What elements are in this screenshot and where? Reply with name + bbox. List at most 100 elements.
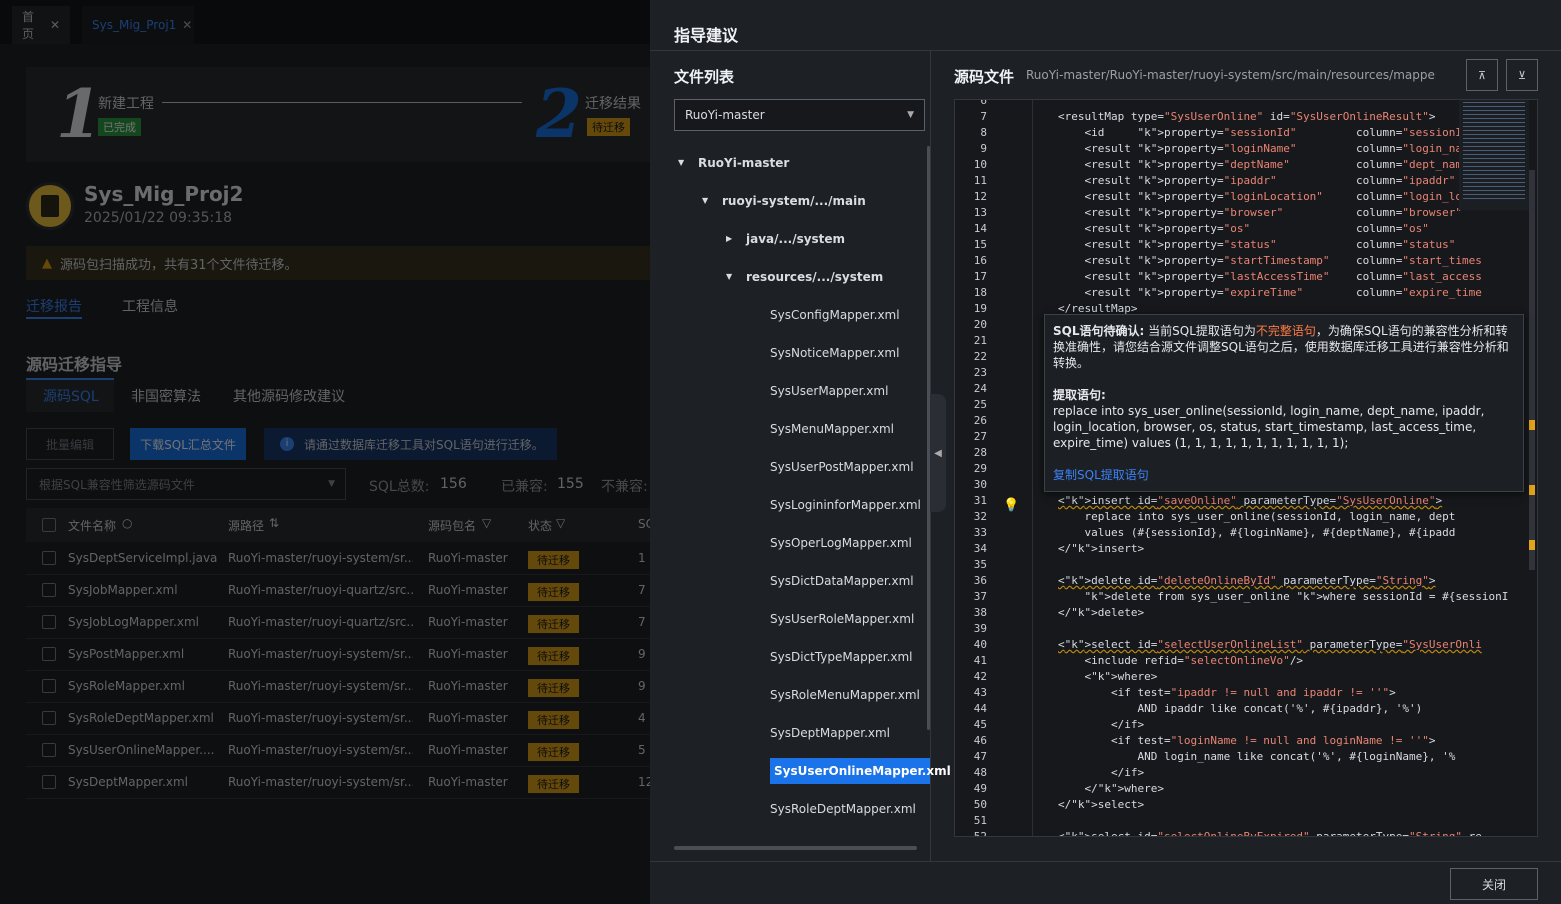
tree-file[interactable]: SysOperLogMapper.xml [770, 536, 912, 550]
subtab-sql[interactable]: 源码SQL [43, 386, 99, 406]
compat-value: 155 [557, 476, 584, 492]
tree-file[interactable]: SysUserOnlineMapper.xml [770, 758, 951, 784]
tree-folder[interactable]: ▶ java/.../system [726, 232, 845, 246]
tree-file[interactable]: SysDictTypeMapper.xml [770, 650, 913, 664]
table-row[interactable]: SysJobLogMapper.xml RuoYi-master/ruoyi-qu… [26, 607, 650, 639]
line-number: 13 [973, 206, 987, 219]
row-checkbox[interactable] [42, 711, 56, 725]
tree-file[interactable]: SysUserRoleMapper.xml [770, 612, 914, 626]
collapse-handle[interactable]: ◀ [930, 394, 946, 512]
table-row[interactable]: SysUserOnlineMapper.... RuoYi-master/ruoy… [26, 735, 650, 767]
row-status-badge: 待迁移 [528, 775, 579, 793]
download-sql-button[interactable]: 下载SQL汇总文件 [130, 428, 246, 460]
row-checkbox[interactable] [42, 583, 56, 597]
row-checkbox[interactable] [42, 615, 56, 629]
lightbulb-icon[interactable]: 💡 [1003, 498, 1019, 513]
row-filename[interactable]: SysRoleDeptMapper.xml [68, 711, 218, 725]
line-number: 22 [973, 350, 987, 363]
table-row[interactable]: SysRoleMapper.xml RuoYi-master/ruoyi-syst… [26, 671, 650, 703]
batch-edit-button[interactable]: 批量编辑 [26, 428, 114, 460]
row-status-badge: 待迁移 [528, 583, 579, 601]
row-filename[interactable]: SysJobMapper.xml [68, 583, 218, 597]
sort-icon[interactable]: ⇅ [269, 516, 279, 530]
line-number: 47 [973, 750, 987, 763]
tree-file[interactable]: SysLogininforMapper.xml [770, 498, 921, 512]
table-row[interactable]: SysDeptServiceImpl.java RuoYi-master/ruoy… [26, 543, 650, 575]
tree-file[interactable]: SysMenuMapper.xml [770, 422, 894, 436]
tab-project[interactable]: Sys_Mig_Proj1 ✕ [82, 6, 194, 44]
row-package: RuoYi-master [428, 711, 508, 725]
close-icon[interactable]: ✕ [182, 18, 192, 32]
scroll-bottom-button[interactable]: ⊻ [1506, 59, 1538, 91]
code-line: <result "k">property="loginLocation" col… [1058, 190, 1482, 203]
row-filename[interactable]: SysUserOnlineMapper.... [68, 743, 218, 757]
tree-root[interactable]: ▼ RuoYi-master [678, 156, 789, 170]
tree-file[interactable]: SysConfigMapper.xml [770, 308, 900, 322]
close-icon[interactable]: ✕ [50, 18, 60, 32]
search-icon[interactable]: ○ [122, 516, 132, 530]
row-checkbox[interactable] [42, 775, 56, 789]
row-status-badge: 待迁移 [528, 551, 579, 569]
tree-label: SysLogininforMapper.xml [770, 498, 921, 512]
tooltip-extract-sql: replace into sys_user_online(sessionId, … [1053, 404, 1485, 450]
tab-project-label: Sys_Mig_Proj1 [92, 18, 177, 32]
line-number: 31 [973, 494, 987, 507]
scroll-top-button[interactable]: ⊼ [1466, 59, 1498, 91]
copy-sql-link[interactable]: 复制SQL提取语句 [1053, 467, 1515, 483]
table-row[interactable]: SysRoleDeptMapper.xml RuoYi-master/ruoyi-… [26, 703, 650, 735]
row-filename[interactable]: SysRoleMapper.xml [68, 679, 218, 693]
col-sql: SC [638, 517, 650, 531]
step-1-badge: 已完成 [98, 118, 141, 136]
tree-file[interactable]: SysRoleDeptMapper.xml [770, 802, 916, 816]
tab-project-info[interactable]: 工程信息 [122, 296, 178, 316]
row-filename[interactable]: SysJobLogMapper.xml [68, 615, 218, 629]
warning-icon: ▲ [42, 255, 52, 271]
code-scrollbar[interactable] [1529, 170, 1535, 570]
package-select[interactable]: RuoYi-master ▼ [674, 99, 925, 131]
tree-file[interactable]: SysUserMapper.xml [770, 384, 888, 398]
filter-icon[interactable]: ▽ [556, 516, 565, 530]
row-package: RuoYi-master [428, 679, 508, 693]
row-checkbox[interactable] [42, 743, 56, 757]
table-row[interactable]: SysPostMapper.xml RuoYi-master/ruoyi-syst… [26, 639, 650, 671]
tab-report[interactable]: 迁移报告 [26, 296, 82, 316]
subtab-other[interactable]: 其他源码修改建议 [233, 386, 345, 406]
tree-scrollbar-h[interactable] [674, 846, 917, 850]
select-all-checkbox[interactable] [42, 518, 56, 532]
row-checkbox[interactable] [42, 679, 56, 693]
row-checkbox[interactable] [42, 551, 56, 565]
line-number: 26 [973, 414, 987, 427]
tree-label: SysDictDataMapper.xml [770, 574, 914, 588]
tree-file[interactable]: SysDictDataMapper.xml [770, 574, 914, 588]
subtab-crypto[interactable]: 非国密算法 [131, 386, 201, 406]
tree-file[interactable]: SysUserPostMapper.xml [770, 460, 914, 474]
table-row[interactable]: SysJobMapper.xml RuoYi-master/ruoyi-quart… [26, 575, 650, 607]
row-status-badge: 待迁移 [528, 615, 579, 633]
code-minimap[interactable] [1459, 100, 1529, 210]
row-package: RuoYi-master [428, 647, 508, 661]
code-line: <id "k">property="sessionId" column="ses… [1058, 126, 1476, 139]
tree-file[interactable]: SysDeptMapper.xml [770, 726, 890, 740]
line-number: 48 [973, 766, 987, 779]
row-sql-count: 9 [638, 647, 646, 661]
row-filename[interactable]: SysDeptMapper.xml [68, 775, 218, 789]
sql-filter-select[interactable]: 根据SQL兼容性筛选源码文件 ▼ [26, 468, 346, 500]
table-row[interactable]: SysDeptMapper.xml RuoYi-master/ruoyi-syst… [26, 767, 650, 799]
tree-file[interactable]: SysNoticeMapper.xml [770, 346, 899, 360]
tab-home[interactable]: 首页 ✕ [12, 6, 70, 44]
close-button[interactable]: 关闭 [1450, 868, 1538, 900]
col-filename: 文件名称 [68, 519, 117, 533]
caret-down-icon: ▼ [702, 196, 709, 205]
filter-icon[interactable]: ▽ [482, 516, 491, 530]
row-filename[interactable]: SysPostMapper.xml [68, 647, 218, 661]
tree-file[interactable]: SysRoleMenuMapper.xml [770, 688, 920, 702]
line-number: 7 [980, 110, 987, 123]
row-filename[interactable]: SysDeptServiceImpl.java [68, 551, 218, 565]
tree-folder[interactable]: ▼ ruoyi-system/.../main [702, 194, 866, 208]
code-line: <result "k">property="expireTime" column… [1058, 286, 1482, 299]
line-number: 32 [973, 510, 987, 523]
col-package: 源码包名 [428, 519, 477, 533]
tree-label: SysDictTypeMapper.xml [770, 650, 913, 664]
tree-folder[interactable]: ▼ resources/.../system [726, 270, 883, 284]
row-checkbox[interactable] [42, 647, 56, 661]
